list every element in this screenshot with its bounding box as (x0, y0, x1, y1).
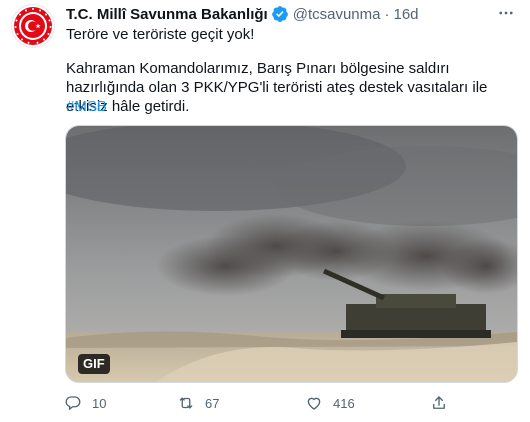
handle[interactable]: @tcsavunma (293, 6, 381, 23)
verified-badge-icon (271, 5, 289, 23)
gif-badge: GIF (78, 354, 110, 374)
reply-button[interactable]: 10 (64, 392, 106, 414)
retweet-count: 67 (205, 395, 220, 411)
share-button[interactable] (430, 392, 448, 414)
tweet-card[interactable]: T.C. Millî Savunma Bakanlığı @tcsavunma … (0, 0, 530, 422)
msb-logo (14, 7, 52, 45)
media-gif[interactable]: GIF (65, 125, 518, 383)
reply-count: 10 (92, 395, 107, 411)
more-icon[interactable] (495, 2, 517, 24)
like-count: 416 (333, 395, 355, 411)
like-button[interactable]: 416 (305, 392, 355, 414)
display-name[interactable]: T.C. Millî Savunma Bakanlığı (66, 6, 268, 23)
like-icon (307, 397, 321, 410)
avatar[interactable] (11, 4, 55, 48)
reply-icon (65, 396, 81, 411)
tweet-header: T.C. Millî Savunma Bakanlığı @tcsavunma … (66, 4, 419, 24)
separator-dot: · (384, 5, 390, 23)
retweet-button[interactable]: 67 (177, 392, 219, 414)
action-bar: 10 67 416 (60, 392, 460, 414)
tweet-text-line2: Kahraman Komandolarımız, Barış Pınarı bö… (66, 60, 488, 115)
retweet-icon (179, 397, 193, 409)
share-icon (433, 396, 445, 409)
timestamp[interactable]: 16d (393, 6, 418, 23)
tweet-text-line1: Teröre ve teröriste geçit yok! (66, 26, 255, 43)
hashtag-link[interactable]: #MSB (66, 97, 107, 116)
artillery-scene-image (66, 126, 517, 382)
